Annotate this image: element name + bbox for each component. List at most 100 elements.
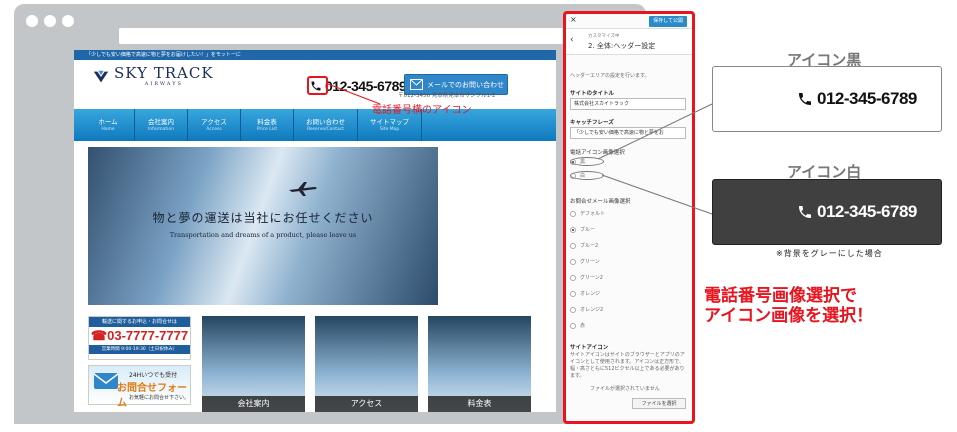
- nav-sublabel: Access: [206, 127, 222, 132]
- mail-icon-select-label: お問合せメール画像選択: [570, 199, 631, 205]
- phone-preview-white: 012-345-6789: [797, 202, 917, 222]
- radio-icon: [570, 258, 576, 265]
- no-file-text: ファイルが選択されていません: [590, 386, 660, 392]
- customizer-panel: × 保存して公開 ‹ カスタマイズ中 2. 全体:ヘッダー設定 ヘッダーエリアの…: [563, 11, 695, 424]
- hero-image: 物と夢の運送は当社にお任せください Transportation and dre…: [88, 147, 438, 305]
- nav-sublabel: Site Map: [379, 127, 400, 132]
- radio-icon: [570, 226, 576, 233]
- mail-option[interactable]: オレンジ: [570, 290, 600, 297]
- nav-sublabel: Information: [147, 127, 175, 132]
- radio-icon: [570, 210, 576, 217]
- card-company[interactable]: 会社案内: [202, 316, 305, 412]
- form-banner-line1: 24Hいつでも受付: [129, 372, 178, 379]
- panel-section-header: ‹ カスタマイズ中 2. 全体:ヘッダー設定: [566, 29, 692, 55]
- nav-label: サイトマップ: [370, 118, 409, 126]
- option-label: 赤: [580, 323, 586, 329]
- callout-line: アイコン画像を選択！: [704, 306, 874, 326]
- mail-option[interactable]: デフォルト: [570, 210, 605, 217]
- airplane-icon: [289, 182, 317, 196]
- nav-item-access[interactable]: アクセス Access: [188, 109, 241, 141]
- site-logo[interactable]: SKY TRACK AIRWAYS: [92, 66, 214, 87]
- catchphrase-label: キャッチフレーズ: [570, 120, 614, 126]
- save-publish-button[interactable]: 保存して公開: [649, 16, 687, 27]
- option-label: オレンジ2: [580, 307, 604, 313]
- icon-white-preview: 012-345-6789: [712, 179, 942, 245]
- callout-line: 電話番号画像選択で: [704, 286, 857, 306]
- form-banner-line3: お気軽にお問合せ下さい。: [129, 395, 190, 401]
- nav-sublabel: Home: [101, 127, 115, 132]
- phone-number: 012-345-6789: [325, 78, 407, 94]
- address-bar[interactable]: [119, 28, 589, 44]
- logo-mark-icon: [93, 70, 109, 82]
- window-dot-icon: [26, 15, 38, 27]
- phone-icon-highlight: [307, 76, 328, 95]
- radio-icon: [570, 322, 576, 329]
- mail-option[interactable]: 赤: [570, 322, 585, 329]
- mail-option[interactable]: グリーン: [570, 258, 600, 265]
- option-label: ブルー2: [580, 243, 599, 249]
- instruction-callout: 電話番号画像選択で アイコン画像を選択！: [704, 286, 873, 326]
- hero-title: 物と夢の運送は当社にお任せください: [152, 211, 374, 225]
- radio-icon: [570, 242, 576, 249]
- close-icon[interactable]: ×: [570, 15, 577, 24]
- card-caption: 会社案内: [202, 396, 305, 412]
- nav-label: お問い合わせ: [306, 118, 345, 126]
- nav-item-price-list[interactable]: 料金表 Price List: [241, 109, 294, 141]
- banner-title: 輸送に関するお申込・お問合せは: [89, 317, 190, 327]
- envelope-icon: [93, 373, 119, 389]
- logo-text: SKY TRACK: [114, 64, 214, 82]
- website-preview: 「少しでも安い価格で高速に物と夢をお届けしたい！」をモットーに SKY TRAC…: [74, 50, 556, 412]
- mail-button-label: メールでのお問い合わせ: [427, 81, 504, 89]
- site-title-label: サイトのタイトル: [570, 91, 615, 97]
- contact-form-banner[interactable]: 24Hいつでも受付 お問合せフォーム お気軽にお問合せ下さい。: [88, 365, 191, 409]
- section-title: 2. 全体:ヘッダー設定: [588, 42, 656, 50]
- panel-description: ヘッダーエリアの設定を行います。: [570, 73, 650, 79]
- global-nav: ホーム Home 会社案内 Information アクセス Access 料金表 Pr…: [74, 109, 556, 141]
- mail-option[interactable]: グリーン2: [570, 274, 603, 281]
- nav-label: ホーム: [98, 118, 118, 126]
- mail-option[interactable]: ブルー: [570, 226, 595, 233]
- gray-background-note: ※背景をグレーにした場合: [776, 249, 883, 258]
- nav-label: 会社案内: [148, 118, 174, 126]
- mail-option[interactable]: ブルー2: [570, 242, 598, 249]
- card-access[interactable]: アクセス: [315, 316, 418, 412]
- hero-subtitle: Transportation and dreams of a product, …: [169, 231, 357, 239]
- banner-phone: ☎03-7777-7777: [90, 328, 189, 343]
- phone-icon-select-label: 電話アイコン画像選択: [570, 150, 625, 156]
- radio-icon: [570, 306, 576, 313]
- site-address: 〒012-3456 見本県見本市サンプル1-2: [398, 93, 496, 99]
- card-price[interactable]: 料金表: [428, 316, 531, 412]
- option-label: デフォルト: [580, 211, 606, 217]
- phone-number: 012-345-6789: [817, 89, 917, 108]
- card-caption: アクセス: [315, 396, 418, 412]
- window-dot-icon: [62, 15, 74, 27]
- option-label: オレンジ: [580, 291, 601, 297]
- nav-sublabel: Price List: [256, 127, 278, 132]
- radio-icon: [570, 274, 576, 281]
- nav-sublabel: Reserve/Contact: [306, 127, 345, 132]
- catchphrase-input[interactable]: 「少しでも安い価格で高速に物と夢をお: [570, 127, 686, 139]
- option-label: グリーン: [580, 259, 600, 265]
- nav-item-contact[interactable]: お問い合わせ Reserve/Contact: [294, 109, 358, 141]
- banner-hours: 営業時間 9:00-19:30（土日祝休み）: [89, 345, 190, 354]
- icon-black-preview: 012-345-6789: [712, 66, 942, 132]
- card-caption: 料金表: [428, 396, 531, 412]
- radio-icon: [570, 290, 576, 297]
- nav-item-home[interactable]: ホーム Home: [82, 109, 135, 141]
- top-strip: 「少しでも安い価格で高速に物と夢をお届けしたい！」をモットーに: [74, 50, 556, 60]
- mail-option[interactable]: オレンジ2: [570, 306, 603, 313]
- contact-phone-banner[interactable]: 輸送に関するお申込・お問合せは ☎03-7777-7777 営業時間 9:00-…: [88, 316, 191, 360]
- site-title-input[interactable]: 株式会社スカイトラック: [570, 98, 686, 110]
- phone-icon: [799, 93, 811, 105]
- panel-topbar: × 保存して公開: [566, 14, 692, 29]
- phone-icon: [799, 206, 811, 218]
- site-icon-label: サイトアイコン: [570, 345, 609, 351]
- choose-file-button[interactable]: ファイルを選択: [632, 398, 686, 409]
- phone-preview-black: 012-345-6789: [797, 89, 917, 109]
- back-icon[interactable]: ‹: [570, 35, 574, 45]
- phone-number: 012-345-6789: [817, 202, 917, 221]
- site-icon-description: サイトアイコンはサイトのブラウザーとアプリのアイコンとして使用されます。アイコン…: [570, 352, 685, 379]
- nav-item-information[interactable]: 会社案内 Information: [135, 109, 188, 141]
- site-header: SKY TRACK AIRWAYS 012-345-6789 メールでのお問い合…: [74, 60, 556, 110]
- nav-label: アクセス: [201, 118, 227, 126]
